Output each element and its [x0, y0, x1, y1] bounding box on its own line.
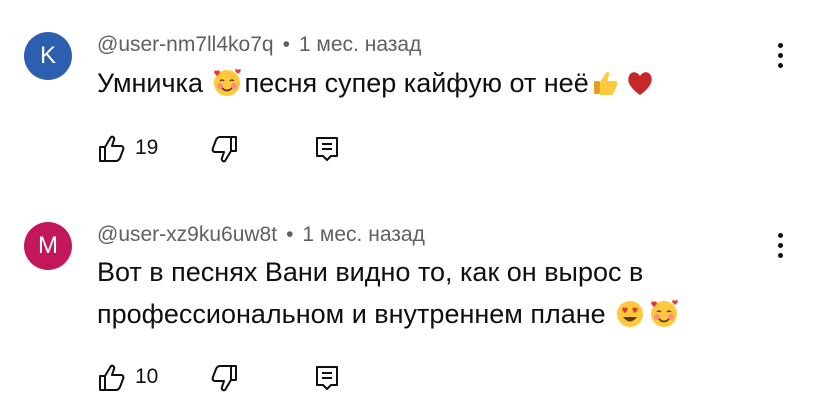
- comment-text-part: песня супер кайфую от неё: [244, 68, 589, 98]
- smiling-face-with-hearts-icon: [214, 69, 242, 96]
- comment-text-line: профессиональном и внутреннем плане: [97, 293, 747, 335]
- red-heart-icon: [628, 72, 652, 95]
- dot-icon: [778, 233, 783, 238]
- dislike-icon[interactable]: [207, 133, 239, 165]
- reply-icon[interactable]: [311, 362, 343, 394]
- meta-separator: •: [282, 33, 290, 56]
- comment-text: Вот в песнях Вани видно то, как он вырос…: [97, 251, 747, 335]
- smiling-face-with-hearts-icon: [651, 300, 679, 327]
- like-count: 10: [135, 365, 159, 388]
- dot-icon: [778, 43, 783, 48]
- like-count: 19: [135, 136, 159, 159]
- comment-text-part: Умничка: [97, 68, 211, 98]
- comment-actions: 10: [97, 362, 397, 396]
- comment-actions: 19: [97, 133, 397, 167]
- like-icon[interactable]: [97, 133, 129, 165]
- avatar[interactable]: K: [24, 32, 72, 80]
- comment-menu-button[interactable]: [768, 40, 792, 74]
- dot-icon: [778, 53, 783, 58]
- dot-icon: [778, 63, 783, 68]
- heart-eyes-icon: [617, 301, 644, 327]
- reply-icon[interactable]: [311, 133, 343, 165]
- dot-icon: [778, 243, 783, 248]
- dislike-icon[interactable]: [207, 362, 239, 394]
- thumbs-up-icon: [593, 72, 618, 95]
- comment-meta: @user-xz9ku6uw8t • 1 мес. назад: [97, 223, 425, 247]
- comment-time[interactable]: 1 мес. назад: [302, 223, 424, 246]
- comment-text-line: Вот в песнях Вани видно то, как он вырос…: [97, 257, 644, 287]
- comment-text: Умничка песня супер кайфую от неё: [97, 62, 747, 104]
- comment-time[interactable]: 1 мес. назад: [299, 33, 421, 56]
- comment-menu-button[interactable]: [768, 230, 792, 264]
- like-icon[interactable]: [97, 362, 129, 394]
- dot-icon: [778, 253, 783, 258]
- meta-separator: •: [286, 223, 294, 246]
- author-name[interactable]: @user-nm7ll4ko7q: [97, 33, 274, 56]
- comment-meta: @user-nm7ll4ko7q • 1 мес. назад: [97, 33, 421, 57]
- avatar[interactable]: M: [24, 222, 72, 270]
- comment-text-part: профессиональном и внутреннем плане: [97, 299, 614, 329]
- author-name[interactable]: @user-xz9ku6uw8t: [97, 223, 277, 246]
